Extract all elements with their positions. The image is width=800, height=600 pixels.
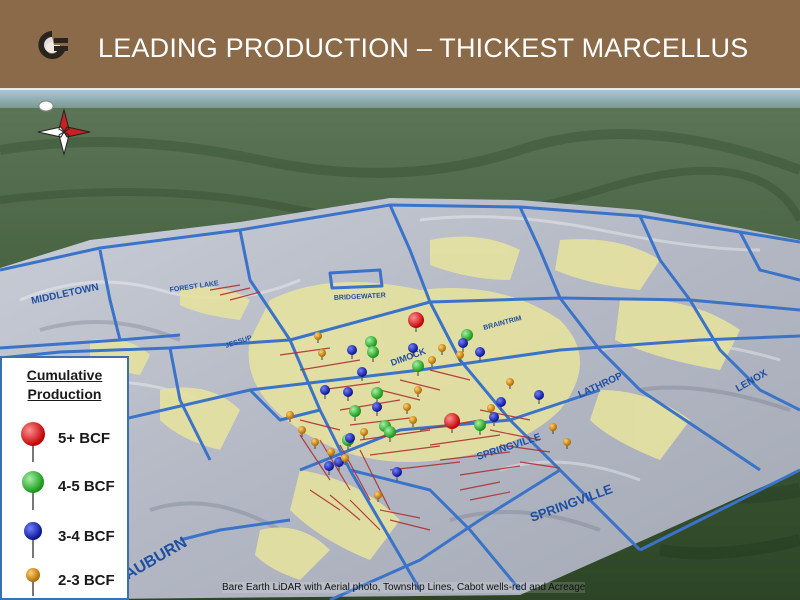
well-pin-head[interactable] (347, 345, 357, 355)
well-pin-head[interactable] (496, 397, 506, 407)
well-pin-head[interactable] (320, 385, 330, 395)
legend-item-3to4: 3-4 BCF (2, 518, 127, 558)
well-pin-head[interactable] (360, 428, 368, 436)
well-pin-head[interactable] (357, 367, 367, 377)
well-pin-head[interactable] (563, 438, 571, 446)
well-pin-head[interactable] (314, 332, 322, 340)
well-pin-head[interactable] (506, 378, 514, 386)
well-pin-head[interactable] (286, 411, 294, 419)
well-pin-head[interactable] (409, 416, 417, 424)
well-pin-head[interactable] (374, 491, 382, 499)
well-pin-head[interactable] (345, 433, 355, 443)
green-pin-icon (22, 471, 44, 510)
well-pin-head[interactable] (318, 349, 326, 357)
well-pin-head[interactable] (311, 438, 319, 446)
well-pin-head[interactable] (428, 356, 436, 364)
well-pin-head[interactable] (474, 419, 486, 431)
well-pin-head[interactable] (327, 448, 335, 456)
well-pin-head[interactable] (444, 413, 460, 429)
well-pin-head[interactable] (367, 346, 379, 358)
well-pin-head[interactable] (487, 404, 495, 412)
page-title: LEADING PRODUCTION – THICKEST MARCELLUS (98, 33, 749, 63)
well-pin-head[interactable] (372, 402, 382, 412)
orange-pin-icon (26, 568, 40, 596)
slide: LEADING PRODUCTION – THICKEST MARCELLUS (0, 0, 800, 600)
well-pin-head[interactable] (412, 360, 424, 372)
well-pin-head[interactable] (475, 347, 485, 357)
legend-label: 4-5 BCF (58, 478, 115, 495)
well-pin-head[interactable] (365, 336, 377, 348)
well-pin-head[interactable] (384, 426, 396, 438)
legend-label: 3-4 BCF (58, 528, 115, 545)
legend-title-line2: Production (27, 386, 102, 402)
well-pin-head[interactable] (371, 387, 383, 399)
well-pin-head[interactable] (403, 403, 411, 411)
well-pin-head[interactable] (414, 386, 422, 394)
well-pin-head[interactable] (438, 344, 446, 352)
well-pin-head[interactable] (549, 423, 557, 431)
well-pin-head[interactable] (341, 454, 349, 462)
legend-title: Cumulative Production (2, 366, 127, 404)
well-pin-head[interactable] (408, 312, 424, 328)
well-pin-head[interactable] (343, 387, 353, 397)
legend-item-5plus: 5+ BCF (2, 420, 127, 462)
blue-pin-icon (24, 522, 42, 558)
well-pin-head[interactable] (534, 390, 544, 400)
red-pin-icon (21, 422, 45, 462)
header-bar: LEADING PRODUCTION – THICKEST MARCELLUS (0, 0, 800, 90)
well-pin-head[interactable] (298, 426, 306, 434)
well-pin-head[interactable] (458, 338, 468, 348)
well-pin-head[interactable] (324, 461, 334, 471)
legend-item-4to5: 4-5 BCF (2, 468, 127, 510)
map-caption: Bare Earth LiDAR with Aerial photo, Town… (222, 582, 586, 593)
legend-item-2to3: 2-3 BCF (2, 562, 127, 600)
production-legend: Cumulative Production 5+ BCF 4-5 BCF 3-4… (0, 356, 129, 600)
well-pin-head[interactable] (349, 405, 361, 417)
legend-label: 2-3 BCF (58, 572, 115, 589)
cabot-logo-icon (38, 31, 68, 59)
well-pin-head[interactable] (456, 351, 464, 359)
legend-title-line1: Cumulative (26, 367, 103, 383)
legend-label: 5+ BCF (58, 430, 111, 447)
well-pin-head[interactable] (408, 343, 418, 353)
well-pin-head[interactable] (392, 467, 402, 477)
